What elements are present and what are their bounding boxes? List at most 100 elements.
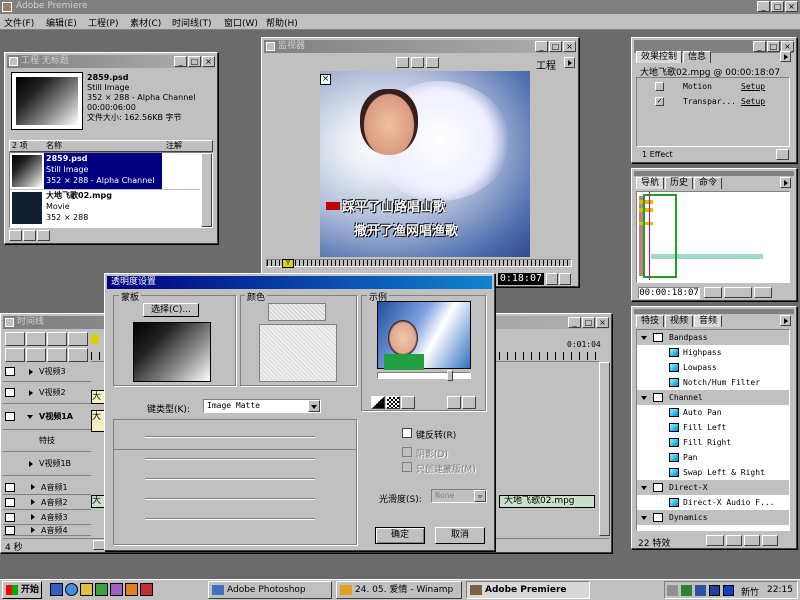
- effect-item-direct-x-audio[interactable]: Direct-X Audio F...: [637, 495, 789, 510]
- effect-controls-maximize-button[interactable]: □: [767, 41, 780, 52]
- effect-item-highpass[interactable]: Highpass: [637, 345, 789, 360]
- delete-effect-button[interactable]: [776, 149, 789, 160]
- channel-icon[interactable]: [95, 583, 108, 596]
- monitor-minimize-button[interactable]: _: [535, 41, 548, 52]
- taskbar-winamp[interactable]: 24. 05. 爱情 - Winamp: [336, 581, 462, 599]
- smoothing-select[interactable]: None: [431, 489, 487, 503]
- audio-clip-a2-label[interactable]: 大地飞歌02.mpg: [499, 495, 595, 508]
- icon-view-button[interactable]: [9, 230, 22, 241]
- find-effect-button[interactable]: [706, 535, 724, 546]
- pen-icon[interactable]: [125, 583, 138, 596]
- eye-icon[interactable]: [5, 412, 15, 421]
- menu-project[interactable]: 工程(P): [88, 16, 118, 29]
- tab-transitions[interactable]: 特技: [636, 315, 665, 327]
- monitor-next-button[interactable]: [559, 273, 571, 285]
- monitor-tray-icon[interactable]: [695, 585, 706, 596]
- ime-tray-icon[interactable]: [709, 585, 720, 596]
- eye-icon[interactable]: [5, 367, 15, 376]
- timeline-minimize-button[interactable]: _: [568, 317, 581, 328]
- speaker-icon[interactable]: [5, 498, 15, 507]
- start-button[interactable]: 开始: [2, 581, 42, 599]
- checkerboard-icon[interactable]: [386, 396, 400, 409]
- effect-folder-dynamics[interactable]: Dynamics: [637, 510, 789, 525]
- in-out-tool-icon[interactable]: [68, 347, 88, 362]
- effect-toggle[interactable]: [655, 82, 664, 91]
- single-view-button[interactable]: [396, 57, 409, 68]
- time-zoom-level[interactable]: 4 秒: [5, 540, 23, 553]
- effect-setup-link[interactable]: Setup: [741, 80, 765, 94]
- project-scrollbar[interactable]: [201, 153, 212, 227]
- effect-controls-minimize-button[interactable]: _: [753, 41, 766, 52]
- effect-setup-link[interactable]: Setup: [741, 95, 765, 109]
- effect-controls-menu-button[interactable]: [780, 51, 791, 62]
- zoom-in-button[interactable]: [754, 287, 772, 298]
- monitor-maximize-button[interactable]: □: [549, 41, 562, 52]
- effect-item-fill-left[interactable]: Fill Left: [637, 420, 789, 435]
- sample-slider-thumb[interactable]: [447, 370, 453, 381]
- cross-fade-tool-icon[interactable]: [47, 347, 67, 362]
- track-header-transition[interactable]: 特技: [3, 430, 91, 452]
- drop-shadow-checkbox[interactable]: [402, 447, 412, 457]
- sample-preview[interactable]: [377, 301, 471, 370]
- hand-icon[interactable]: [462, 396, 476, 409]
- effect-item-auto-pan[interactable]: Auto Pan: [637, 405, 789, 420]
- app-icon[interactable]: [110, 583, 123, 596]
- black-background-icon[interactable]: [371, 396, 385, 409]
- monitor-prev-button[interactable]: [546, 273, 558, 285]
- tab-commands[interactable]: 命令: [694, 177, 723, 189]
- ime-name[interactable]: 新竹: [741, 585, 759, 598]
- zoom-out-button[interactable]: [704, 287, 722, 298]
- clock[interactable]: 22:15: [767, 585, 793, 595]
- maximize-button[interactable]: □: [771, 1, 784, 12]
- new-folder-button[interactable]: [744, 535, 760, 546]
- scrub-head[interactable]: Y: [282, 259, 294, 268]
- effects-library-menu-button[interactable]: [780, 315, 791, 326]
- track-header-v2[interactable]: V视频2: [3, 382, 91, 404]
- track-header-v1b[interactable]: V视频1B: [3, 452, 91, 476]
- navigator-view[interactable]: [636, 191, 790, 283]
- navigator-menu-button[interactable]: [780, 177, 791, 188]
- desktop-icon[interactable]: [50, 583, 63, 596]
- menu-clip[interactable]: 素材(C): [130, 16, 161, 29]
- project-close-button[interactable]: ×: [202, 56, 215, 67]
- timeline-close-button[interactable]: ×: [596, 317, 609, 328]
- track-header-v1a[interactable]: V视频1A: [3, 404, 91, 430]
- menu-edit[interactable]: 编辑(E): [46, 16, 77, 29]
- reverse-key-checkbox[interactable]: [402, 428, 412, 438]
- tab-navigator[interactable]: 导航: [636, 177, 665, 189]
- track-header-a2[interactable]: A音频2: [3, 495, 91, 510]
- keytype-select[interactable]: Image Matte: [203, 399, 321, 413]
- program-video[interactable]: 踩平了山路唱山歌 撒开了渔网唱渔歌: [320, 71, 530, 257]
- color-swatch[interactable]: [268, 303, 326, 321]
- zoom-tool-icon[interactable]: [26, 347, 46, 362]
- dual-view-button[interactable]: [411, 57, 424, 68]
- effect-item-swap-left-right[interactable]: Swap Left & Right: [637, 465, 789, 480]
- menu-timeline[interactable]: 时间线(T): [172, 16, 212, 29]
- color-image[interactable]: [259, 324, 337, 382]
- speaker-icon[interactable]: [5, 526, 15, 535]
- list-item[interactable]: 2859.psd Still Image 352 × 288 - Alpha C…: [10, 153, 200, 190]
- track-header-v3[interactable]: V视频3: [3, 362, 91, 382]
- column-note-header[interactable]: 注解: [166, 141, 182, 151]
- effect-item-pan[interactable]: Pan: [637, 450, 789, 465]
- tab-info[interactable]: 信息: [683, 51, 712, 63]
- speaker-icon[interactable]: [5, 483, 15, 492]
- close-overlay-icon[interactable]: ×: [320, 74, 331, 85]
- list-view-button[interactable]: [37, 230, 50, 241]
- speaker-icon[interactable]: [5, 513, 15, 522]
- monitor-scrub-bar[interactable]: [266, 259, 572, 267]
- tab-audio[interactable]: 音频: [694, 315, 723, 327]
- expand-folders-button[interactable]: [726, 535, 742, 546]
- effect-row[interactable]: Motion Setup: [637, 80, 787, 94]
- monitor-menu-button[interactable]: [564, 57, 575, 68]
- track-header-a1[interactable]: A音频1: [3, 480, 91, 495]
- effect-row[interactable]: ✓ Transpar... Setup: [637, 95, 787, 109]
- track-header-a4[interactable]: A音频4: [3, 525, 91, 536]
- timeline-maximize-button[interactable]: □: [582, 317, 595, 328]
- cn-tray-icon[interactable]: [723, 585, 734, 596]
- eye-icon[interactable]: [5, 388, 15, 397]
- speaker-tray-icon[interactable]: [667, 585, 678, 596]
- cancel-button[interactable]: 取消: [435, 527, 485, 544]
- delete-folder-button[interactable]: [762, 535, 778, 546]
- media-icon[interactable]: [140, 583, 153, 596]
